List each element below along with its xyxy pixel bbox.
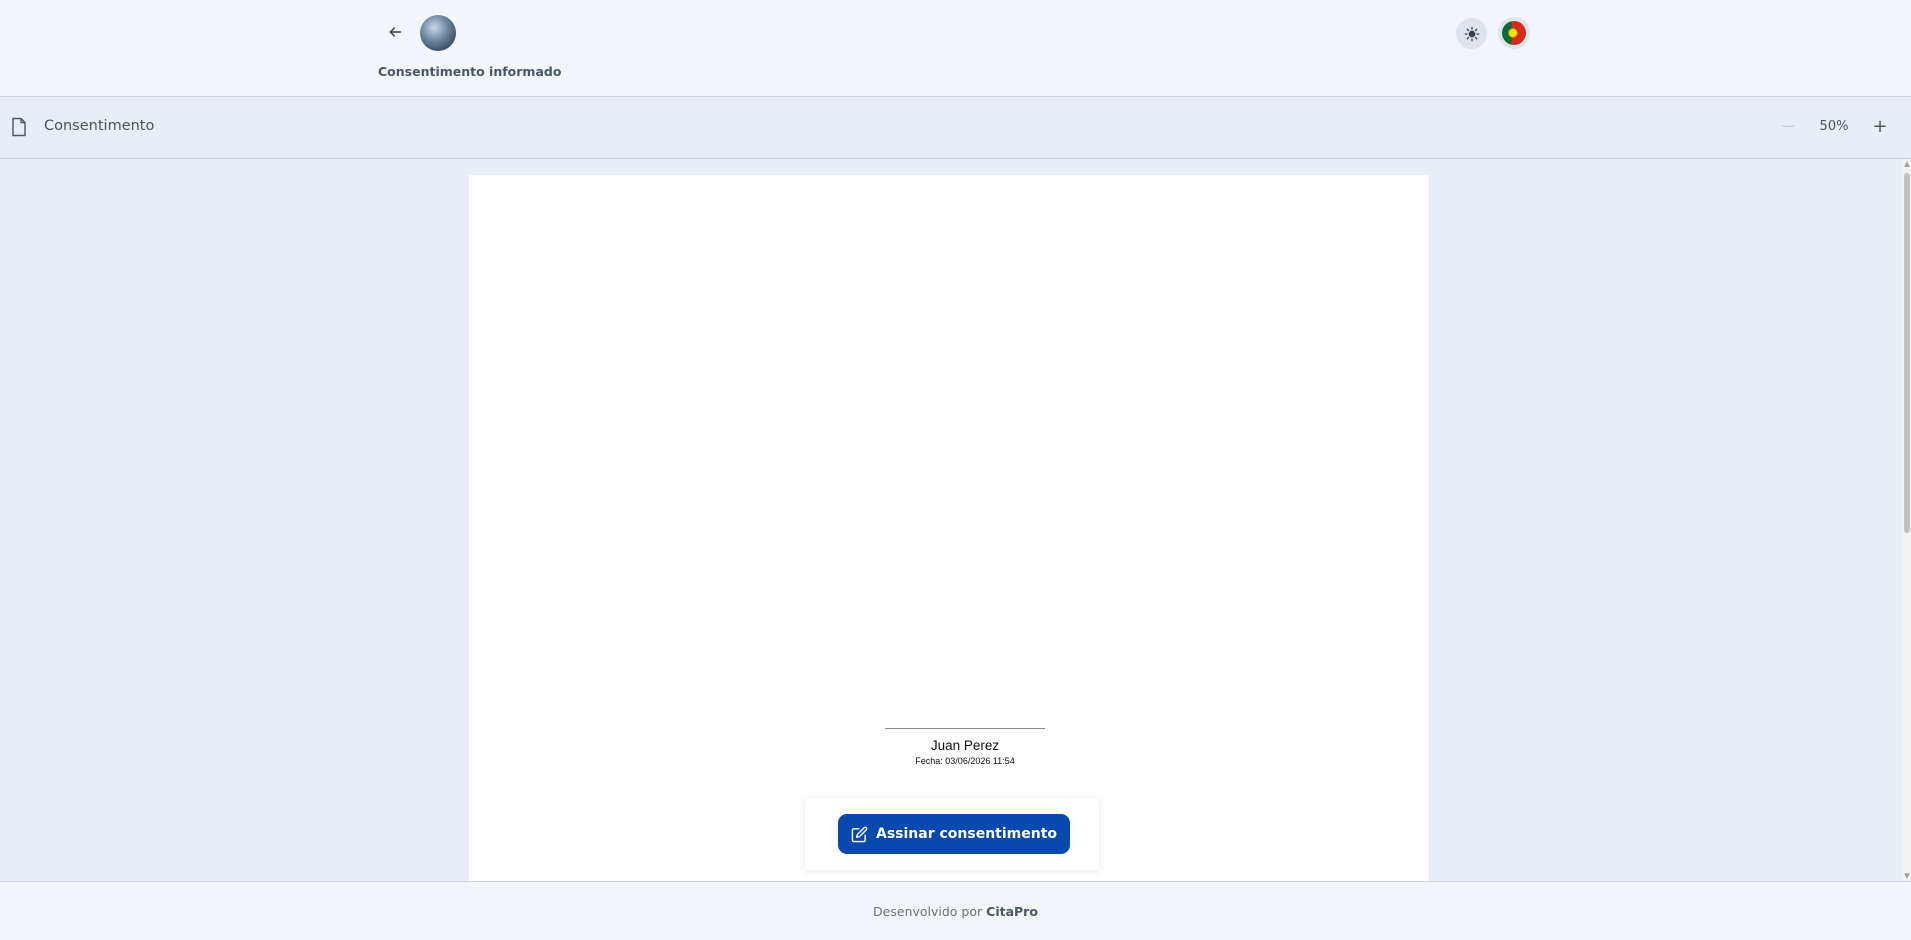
document-toolbar: Consentimento − 50% + bbox=[0, 97, 1911, 159]
signer-name: Juan Perez bbox=[930, 738, 1000, 753]
footer-brand-link[interactable]: CitaPro bbox=[986, 904, 1038, 919]
edit-icon bbox=[851, 826, 868, 842]
zoom-level: 50% bbox=[1819, 119, 1849, 134]
sun-icon bbox=[1464, 26, 1479, 41]
back-button[interactable] bbox=[384, 21, 406, 43]
arrow-left-icon bbox=[389, 27, 402, 37]
sign-consent-button[interactable]: Assinar consentimento bbox=[838, 814, 1070, 854]
sign-consent-label: Assinar consentimento bbox=[875, 826, 1058, 842]
language-selector-button[interactable] bbox=[1498, 17, 1530, 49]
page-title: Consentimento informado bbox=[378, 64, 562, 79]
zoom-in-button[interactable]: + bbox=[1870, 116, 1890, 137]
scroll-up-arrow[interactable]: ▲ bbox=[1903, 159, 1911, 169]
app-footer: Desenvolvido por CitaPro bbox=[0, 881, 1911, 940]
footer-credit: Desenvolvido por CitaPro bbox=[0, 904, 1911, 919]
vertical-scrollbar[interactable]: ▲ ▼ bbox=[1903, 159, 1911, 881]
file-icon bbox=[12, 117, 26, 137]
document-page: Juan Perez Fecha: 03/06/2026 11:54 Assin… bbox=[469, 175, 1429, 881]
scroll-down-arrow[interactable]: ▼ bbox=[1903, 871, 1911, 881]
clinic-avatar bbox=[420, 15, 456, 51]
app-header: Consentimento informado bbox=[0, 0, 1911, 97]
sign-action-card: Assinar consentimento bbox=[805, 798, 1099, 870]
footer-prefix: Desenvolvido por bbox=[873, 904, 983, 919]
signature-line bbox=[885, 728, 1045, 729]
signature-date: Fecha: 03/06/2026 11:54 bbox=[915, 756, 1015, 766]
theme-toggle-button[interactable] bbox=[1456, 18, 1487, 49]
portugal-flag-icon bbox=[1502, 21, 1526, 45]
document-name: Consentimento bbox=[44, 118, 155, 134]
zoom-out-button[interactable]: − bbox=[1778, 116, 1798, 137]
document-viewer[interactable]: Juan Perez Fecha: 03/06/2026 11:54 Assin… bbox=[0, 159, 1911, 881]
scroll-thumb[interactable] bbox=[1904, 173, 1910, 533]
